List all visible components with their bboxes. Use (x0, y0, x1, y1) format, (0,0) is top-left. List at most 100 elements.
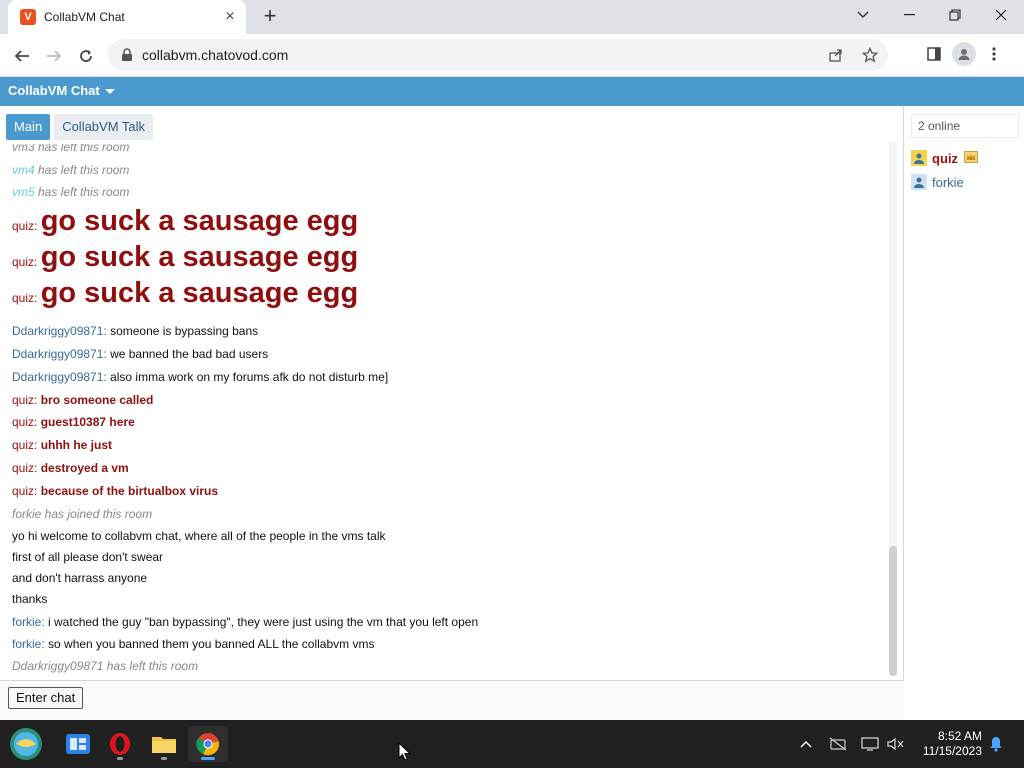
chat-input-area: Enter chat (0, 680, 904, 720)
user-list-item[interactable]: quiz (911, 148, 978, 168)
online-count: 2 online (911, 114, 1019, 138)
bookmark-star-icon[interactable] (860, 45, 880, 65)
message-text: bro someone called (40, 393, 154, 407)
minimize-button[interactable] (886, 0, 932, 30)
system-clock[interactable]: 8:52 AM 11/15/2023 (910, 729, 982, 759)
file-explorer-icon[interactable] (144, 726, 184, 762)
back-button[interactable] (8, 42, 36, 70)
side-panel-icon[interactable] (924, 44, 944, 64)
user-name: quiz (932, 150, 958, 166)
message-text: because of the birtualbox virus (40, 484, 219, 498)
tab-close-icon[interactable]: × (222, 9, 238, 25)
chat-main-panel: Main CollabVM Talk vm3 has left this roo… (0, 106, 904, 720)
message-user[interactable]: vm3 (12, 144, 35, 154)
address-bar[interactable]: collabvm.chatovod.com (108, 39, 888, 71)
tab-search-chevron-icon[interactable] (840, 0, 886, 30)
list-item: and don't harrass anyone (12, 571, 148, 585)
chevron-up-icon[interactable] (796, 734, 816, 754)
message-text: go suck a sausage egg (40, 277, 359, 309)
list-item: forkie: so when you banned them you bann… (12, 637, 374, 651)
running-indicator (161, 757, 167, 760)
message-separator: : (34, 393, 41, 407)
crown-icon (964, 150, 978, 166)
chat-app-menu[interactable]: CollabVM Chat (8, 83, 115, 98)
menu-kebab-icon[interactable] (984, 44, 1004, 64)
volume-muted-icon[interactable] (886, 734, 906, 754)
list-item: vm4 has left this room (12, 163, 129, 177)
list-item: yo hi welcome to collabvm chat, where al… (12, 529, 386, 543)
widgets-button[interactable] (58, 726, 98, 762)
message-separator: : (34, 291, 41, 305)
opera-browser-icon[interactable] (100, 726, 140, 762)
notification-bell-icon[interactable] (986, 734, 1006, 754)
clock-time: 8:52 AM (937, 729, 982, 743)
message-text: someone is bypassing bans (110, 324, 259, 338)
message-user[interactable]: forkie (12, 637, 41, 651)
message-separator: : (34, 255, 41, 269)
message-user[interactable]: quiz (12, 291, 34, 305)
display-icon[interactable] (860, 734, 880, 754)
message-user[interactable]: vm4 (12, 163, 35, 177)
network-disconnected-icon[interactable] (828, 734, 848, 754)
message-user[interactable]: vm5 (12, 185, 35, 199)
list-item: vm5 has left this room (12, 185, 129, 199)
message-list: vm3 has left this room vm4 has left this… (0, 144, 898, 678)
browser-tab[interactable]: V CollabVM Chat × (8, 0, 246, 34)
message-user[interactable]: Ddarkriggy09871 (12, 324, 103, 338)
list-item: first of all please don't swear (12, 550, 164, 564)
message-separator: : (34, 484, 41, 498)
chrome-browser-icon[interactable] (188, 726, 228, 762)
mouse-cursor-icon (398, 742, 412, 761)
message-text: uhhh he just (40, 438, 113, 452)
message-user[interactable]: Ddarkriggy09871 (12, 659, 103, 673)
list-item: quiz: go suck a sausage egg (12, 241, 358, 274)
user-name: forkie (932, 174, 964, 190)
message-user[interactable]: quiz (12, 255, 34, 269)
share-icon[interactable] (826, 45, 846, 65)
message-user[interactable]: quiz (12, 484, 34, 498)
online-users-sidebar: 2 online quiz forkie (905, 106, 1024, 720)
close-window-button[interactable] (978, 0, 1024, 30)
user-icon (911, 174, 927, 190)
enter-chat-button[interactable]: Enter chat (8, 687, 84, 709)
list-item: forkie: i watched the guy "ban bypassing… (12, 615, 478, 629)
list-item: Ddarkriggy09871 has left this room (12, 659, 198, 673)
message-scrollbar-thumb[interactable] (889, 546, 897, 676)
tab-main[interactable]: Main (6, 114, 51, 140)
list-item: Ddarkriggy09871: someone is bypassing ba… (12, 324, 258, 338)
message-text: guest10387 here (40, 415, 135, 429)
list-item: quiz: uhhh he just (12, 438, 112, 452)
list-item: quiz: because of the birtualbox virus (12, 484, 218, 498)
message-text: has left this room (103, 659, 199, 673)
message-user[interactable]: quiz (12, 219, 34, 233)
chat-app-title: CollabVM Chat (8, 83, 100, 98)
user-icon (911, 150, 927, 166)
site-favicon-icon: V (20, 9, 36, 25)
message-user[interactable]: quiz (12, 438, 34, 452)
forward-button[interactable] (40, 42, 68, 70)
running-indicator (117, 757, 123, 760)
message-user[interactable]: forkie (12, 615, 41, 629)
list-item: quiz: guest10387 here (12, 415, 135, 429)
taskbar: 8:52 AM 11/15/2023 (0, 720, 1024, 768)
message-text: has left this room (34, 144, 130, 154)
restore-button[interactable] (932, 0, 978, 30)
message-separator: : (41, 615, 49, 629)
start-button[interactable] (6, 726, 46, 762)
message-user[interactable]: Ddarkriggy09871 (12, 370, 103, 384)
reload-button[interactable] (72, 42, 100, 70)
message-user[interactable]: forkie (12, 507, 41, 521)
user-list-item[interactable]: forkie (911, 172, 964, 192)
message-text: also imma work on my forums afk do not d… (110, 370, 389, 384)
message-user[interactable]: Ddarkriggy09871 (12, 347, 103, 361)
message-user[interactable]: quiz (12, 461, 34, 475)
profile-avatar-icon[interactable] (952, 42, 976, 66)
message-text: has left this room (34, 163, 130, 177)
list-item: Ddarkriggy09871: we banned the bad bad u… (12, 347, 268, 361)
message-user[interactable]: quiz (12, 415, 34, 429)
tab-collabvm-talk[interactable]: CollabVM Talk (54, 114, 154, 140)
message-user[interactable]: quiz (12, 393, 34, 407)
list-item: quiz: bro someone called (12, 393, 153, 407)
new-tab-button[interactable]: + (258, 5, 282, 28)
list-item: quiz: go suck a sausage egg (12, 277, 358, 310)
